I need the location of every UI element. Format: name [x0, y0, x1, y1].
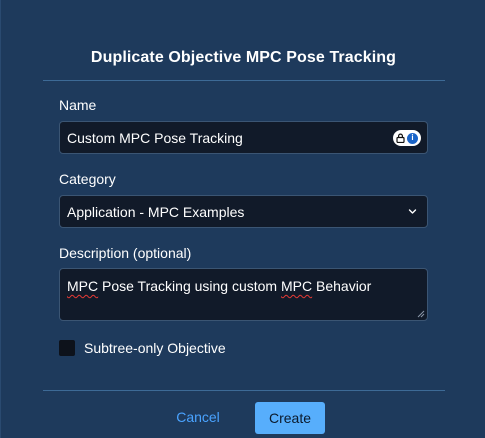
name-input[interactable]: Custom MPC Pose Tracking i: [59, 121, 428, 154]
create-button[interactable]: Create: [255, 402, 325, 434]
description-text-segment: Pose Tracking using custom: [98, 278, 281, 294]
lock-icon: [396, 133, 405, 143]
spellcheck-word: MPC: [67, 278, 99, 294]
chevron-down-icon: [408, 209, 417, 214]
dialog-title: Duplicate Objective MPC Pose Tracking: [90, 49, 397, 66]
description-label: Description (optional): [59, 245, 192, 261]
subtree-only-checkbox[interactable]: [59, 340, 75, 356]
info-icon: i: [407, 132, 418, 144]
name-label: Name: [59, 97, 97, 113]
subtree-only-row[interactable]: Subtree-only Objective: [59, 339, 226, 357]
spellcheck-word: MPC: [281, 278, 313, 294]
cancel-button[interactable]: Cancel: [165, 402, 231, 432]
password-manager-icon[interactable]: i: [393, 130, 421, 146]
duplicate-objective-dialog: Duplicate Objective MPC Pose Tracking Na…: [0, 0, 485, 438]
subtree-only-label: Subtree-only Objective: [84, 340, 226, 356]
description-value: MPC Pose Tracking using custom MPC Behav…: [67, 278, 371, 294]
title-divider: [43, 80, 445, 81]
category-select-value: Application - MPC Examples: [67, 203, 245, 220]
resize-handle-icon[interactable]: [416, 309, 425, 318]
category-select[interactable]: Application - MPC Examples: [59, 195, 428, 228]
description-textarea[interactable]: MPC Pose Tracking using custom MPC Behav…: [59, 268, 428, 321]
category-label: Category: [59, 171, 116, 187]
actions-divider: [43, 390, 445, 391]
description-text-segment: Behavior: [312, 278, 372, 294]
name-input-value: Custom MPC Pose Tracking: [67, 129, 243, 146]
